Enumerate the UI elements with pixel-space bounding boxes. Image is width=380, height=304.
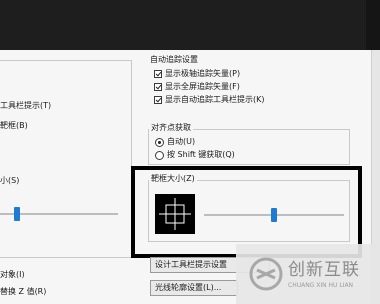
autotrack-tooltip-label: 显示自动追踪工具栏提示(K): [165, 95, 265, 104]
watermark-title: 创新互联: [288, 260, 360, 280]
left-size-slider-thumb[interactable]: [13, 207, 20, 221]
replace-z-label: 替换 Z 值(R): [0, 287, 47, 296]
polar-tracking-label: 显示极轴追踪矢量(P): [165, 69, 241, 78]
light-glyph-settings-button[interactable]: 光线轮廓设置(L)...: [150, 280, 238, 296]
alignment-auto-label: 自动(U): [167, 137, 196, 146]
tooltip-label: 工具栏提示(T): [0, 101, 52, 110]
polar-tracking-checkbox[interactable]: [154, 70, 162, 78]
watermark: 创新互联 CHUANG XIN HU LIAN: [236, 244, 380, 304]
titlebar-edge: [366, 0, 380, 50]
alignment-auto-radio[interactable]: [155, 138, 164, 147]
brand-logo-icon: [249, 257, 283, 291]
left-group-box: [0, 60, 132, 258]
watermark-subtitle: CHUANG XIN HU LIAN: [288, 282, 354, 289]
fullscreen-tracking-label: 显示全屏追踪矢量(F): [165, 82, 240, 91]
autotrack-tooltip-checkbox[interactable]: [154, 96, 162, 104]
autotrack-title: 自动追踪设置: [150, 55, 198, 64]
aperture-checkbox-label: 靶框(B): [0, 121, 28, 130]
object-label: 对象(I): [0, 270, 25, 279]
size-label: 小(S): [0, 176, 20, 185]
fullscreen-tracking-checkbox[interactable]: [154, 83, 162, 91]
window-titlebar: [0, 0, 380, 50]
alignment-shift-label: 按 Shift 键获取(Q): [167, 150, 235, 159]
alignment-shift-radio[interactable]: [155, 151, 164, 160]
alignment-title: 对齐点获取: [149, 123, 193, 133]
